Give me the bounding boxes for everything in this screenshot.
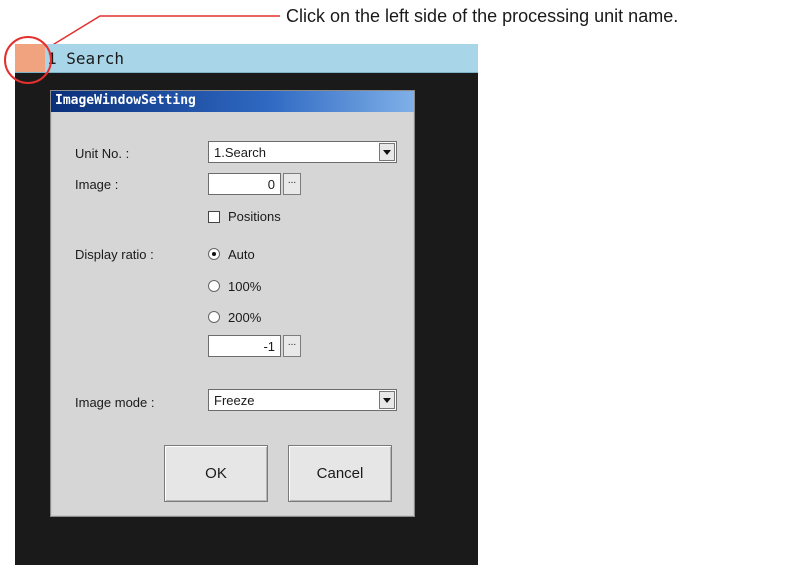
radio-100-label: 100%	[228, 279, 262, 294]
radio-100[interactable]	[208, 280, 220, 292]
image-mode-label: Image mode :	[75, 395, 155, 410]
radio-200-label: 200%	[228, 310, 262, 325]
unit-title: 1 Search	[47, 49, 125, 68]
unit-no-value: 1.Search	[214, 145, 267, 160]
highlight-circle	[4, 36, 52, 84]
cancel-button[interactable]: Cancel	[288, 445, 392, 502]
chevron-down-icon[interactable]	[379, 143, 395, 161]
unit-no-select[interactable]: 1.Search	[208, 141, 397, 163]
display-ratio-label: Display ratio :	[75, 247, 154, 262]
dialog-title-bar[interactable]: ImageWindowSetting	[51, 91, 414, 112]
ratio-browse-button[interactable]: ...	[283, 335, 301, 357]
radio-200[interactable]	[208, 311, 220, 323]
image-label: Image :	[75, 177, 119, 192]
ok-button[interactable]: OK	[164, 445, 268, 502]
image-browse-button[interactable]: ...	[283, 173, 301, 195]
radio-auto[interactable]	[208, 248, 220, 260]
unit-no-label: Unit No. :	[75, 146, 130, 161]
chevron-down-icon[interactable]	[379, 391, 395, 409]
positions-label: Positions	[228, 209, 281, 224]
callout-text: Click on the left side of the processing…	[286, 6, 679, 26]
radio-auto-label: Auto	[228, 247, 255, 262]
image-window-setting-dialog: ImageWindowSetting Unit No. : 1.Search I…	[50, 90, 415, 517]
unit-title-bar[interactable]: 1 Search	[15, 44, 478, 73]
ratio-value: -1	[263, 339, 275, 354]
image-mode-select[interactable]: Freeze	[208, 389, 397, 411]
image-mode-value: Freeze	[214, 393, 255, 408]
positions-checkbox[interactable]	[208, 211, 220, 223]
image-value: 0	[267, 177, 275, 192]
image-number-field[interactable]: 0	[208, 173, 281, 195]
dialog-title: ImageWindowSetting	[55, 93, 196, 108]
ratio-number-field[interactable]: -1	[208, 335, 281, 357]
